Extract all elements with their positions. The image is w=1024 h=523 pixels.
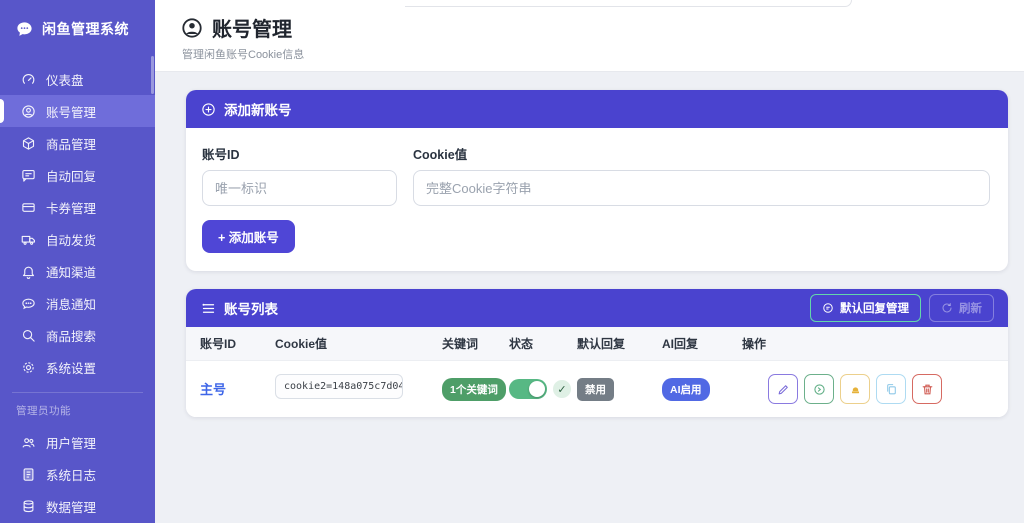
sidebar-item-auto-reply[interactable]: 自动回复 xyxy=(0,159,155,191)
truck-icon xyxy=(21,232,36,247)
users-icon xyxy=(21,435,36,450)
chat-bubble-logo-icon xyxy=(14,19,34,39)
col-header-default-reply: 默认回复 xyxy=(577,337,626,351)
account-list-card-title: 账号列表 xyxy=(224,302,278,317)
sidebar: 闲鱼管理系统 仪表盘 账号管理 商品管理 自动回复 卡券管理 自动发货 通知渠道… xyxy=(0,0,155,523)
sidebar-divider xyxy=(12,392,143,393)
sidebar-item-auto-ship[interactable]: 自动发货 xyxy=(0,223,155,255)
sidebar-item-notify-channels[interactable]: 通知渠道 xyxy=(0,255,155,287)
page-header: 账号管理 管理闲鱼账号Cookie信息 xyxy=(155,0,1024,72)
trash-icon xyxy=(921,383,934,396)
copy-button[interactable] xyxy=(876,374,906,404)
page-subtitle: 管理闲鱼账号Cookie信息 xyxy=(182,49,305,61)
chat-icon xyxy=(21,168,36,183)
message-icon xyxy=(21,296,36,311)
col-header-actions: 操作 xyxy=(742,337,767,351)
cookie-value-label: Cookie值 xyxy=(413,148,468,162)
chat-gear-icon xyxy=(822,302,834,314)
ai-settings-button[interactable] xyxy=(840,374,870,404)
sidebar-item-label: 系统日志 xyxy=(46,468,97,483)
add-account-card-title: 添加新账号 xyxy=(224,103,292,118)
add-account-button[interactable]: + 添加账号 xyxy=(202,220,295,253)
col-header-ai-reply: AI回复 xyxy=(662,337,699,351)
status-toggle[interactable] xyxy=(509,379,547,399)
gear-icon xyxy=(21,360,36,375)
col-header-cookie: Cookie值 xyxy=(275,337,328,351)
sidebar-item-coupons[interactable]: 卡券管理 xyxy=(0,191,155,223)
account-list-card-header: 账号列表 默认回复管理 刷新 xyxy=(186,289,1008,327)
sidebar-item-label: 消息通知 xyxy=(46,297,97,312)
sidebar-item-label: 卡券管理 xyxy=(46,201,97,216)
sidebar-item-label: 数据管理 xyxy=(46,500,97,515)
keywords-badge[interactable]: 1个关键词 xyxy=(442,377,506,401)
app-logo: 闲鱼管理系统 xyxy=(0,0,155,53)
sidebar-item-dashboard[interactable]: 仪表盘 xyxy=(0,63,155,95)
sidebar-nav: 仪表盘 账号管理 商品管理 自动回复 卡券管理 自动发货 通知渠道 消息通知 商… xyxy=(0,63,155,523)
sidebar-item-product-search[interactable]: 商品搜索 xyxy=(0,319,155,351)
account-circle-icon xyxy=(181,17,203,39)
sidebar-item-label: 用户管理 xyxy=(46,436,97,451)
add-account-card: 添加新账号 账号ID Cookie值 + 添加账号 xyxy=(186,90,1008,271)
card-icon xyxy=(21,200,36,215)
sidebar-item-label: 自动回复 xyxy=(46,169,97,184)
list-icon xyxy=(200,300,216,316)
bell-icon xyxy=(21,264,36,279)
status-check-icon: ✓ xyxy=(553,380,571,398)
robot-icon xyxy=(849,383,862,396)
sidebar-item-settings[interactable]: 系统设置 xyxy=(0,351,155,383)
main-area: 账号管理 管理闲鱼账号Cookie信息 添加新账号 账号ID 唯一标识 Cook… xyxy=(155,0,1024,523)
sidebar-item-accounts[interactable]: 账号管理 xyxy=(0,95,155,127)
sidebar-item-products[interactable]: 商品管理 xyxy=(0,127,155,159)
sidebar-item-message-notify[interactable]: 消息通知 xyxy=(0,287,155,319)
delete-button[interactable] xyxy=(912,374,942,404)
add-account-card-header: 添加新账号 xyxy=(186,90,1008,128)
search-icon xyxy=(21,328,36,343)
box-icon xyxy=(21,136,36,151)
sidebar-scrollbar[interactable] xyxy=(151,56,154,94)
account-id-input[interactable] xyxy=(202,170,397,206)
reply-settings-button[interactable] xyxy=(804,374,834,404)
table-row: 主号 cookie2=148a075c7d04a5… 1个关键词 ✓ 禁用 xyxy=(186,361,1008,417)
sidebar-item-label: 通知渠道 xyxy=(46,265,97,280)
sidebar-section-admin: 管理员功能 xyxy=(16,405,71,417)
col-header-account-id: 账号ID xyxy=(200,337,237,351)
toggle-knob xyxy=(529,381,545,397)
col-header-keywords: 关键词 xyxy=(442,337,479,351)
log-icon xyxy=(21,467,36,482)
sidebar-item-label: 账号管理 xyxy=(46,105,97,120)
content: 添加新账号 账号ID Cookie值 + 添加账号 xyxy=(155,72,1024,417)
account-id-link[interactable]: 主号 xyxy=(200,382,226,397)
sidebar-item-label: 商品搜索 xyxy=(46,329,97,344)
clipboard-icon xyxy=(885,383,898,396)
active-item-marker xyxy=(0,99,4,123)
cookie-value-input[interactable] xyxy=(413,170,990,206)
sidebar-item-data-management[interactable]: 数据管理 xyxy=(0,490,155,522)
circle-arrow-icon xyxy=(813,383,826,396)
sidebar-item-label: 商品管理 xyxy=(46,137,97,152)
plus-circle-icon xyxy=(200,101,216,117)
database-icon xyxy=(21,499,36,514)
ai-reply-badge: AI启用 xyxy=(662,377,710,401)
refresh-icon xyxy=(941,302,953,314)
edit-button[interactable] xyxy=(768,374,798,404)
sidebar-item-system-logs[interactable]: 系统日志 xyxy=(0,458,155,490)
default-reply-badge: 禁用 xyxy=(577,377,614,401)
sidebar-item-label: 系统设置 xyxy=(46,361,97,376)
account-id-label: 账号ID xyxy=(202,148,240,162)
user-circle-icon xyxy=(21,104,36,119)
top-edge-artifact xyxy=(405,0,852,7)
sidebar-item-label: 自动发货 xyxy=(46,233,97,248)
sidebar-item-label: 仪表盘 xyxy=(46,73,84,88)
page-title: 账号管理 xyxy=(212,19,292,41)
table-header-row: 账号ID Cookie值 关键词 状态 默认回复 AI回复 操作 xyxy=(186,327,1008,361)
col-header-status: 状态 xyxy=(509,337,534,351)
app-title: 闲鱼管理系统 xyxy=(42,21,129,37)
pencil-icon xyxy=(777,383,790,396)
cookie-value-box[interactable]: cookie2=148a075c7d04a5… xyxy=(275,374,403,399)
gauge-icon xyxy=(21,72,36,87)
sidebar-item-user-management[interactable]: 用户管理 xyxy=(0,426,155,458)
refresh-button[interactable]: 刷新 xyxy=(929,294,994,322)
account-list-card: 账号列表 默认回复管理 刷新 账号ID Cookie值 关键词 状态 默认回复 … xyxy=(186,289,1008,417)
default-reply-manage-button[interactable]: 默认回复管理 xyxy=(810,294,921,322)
